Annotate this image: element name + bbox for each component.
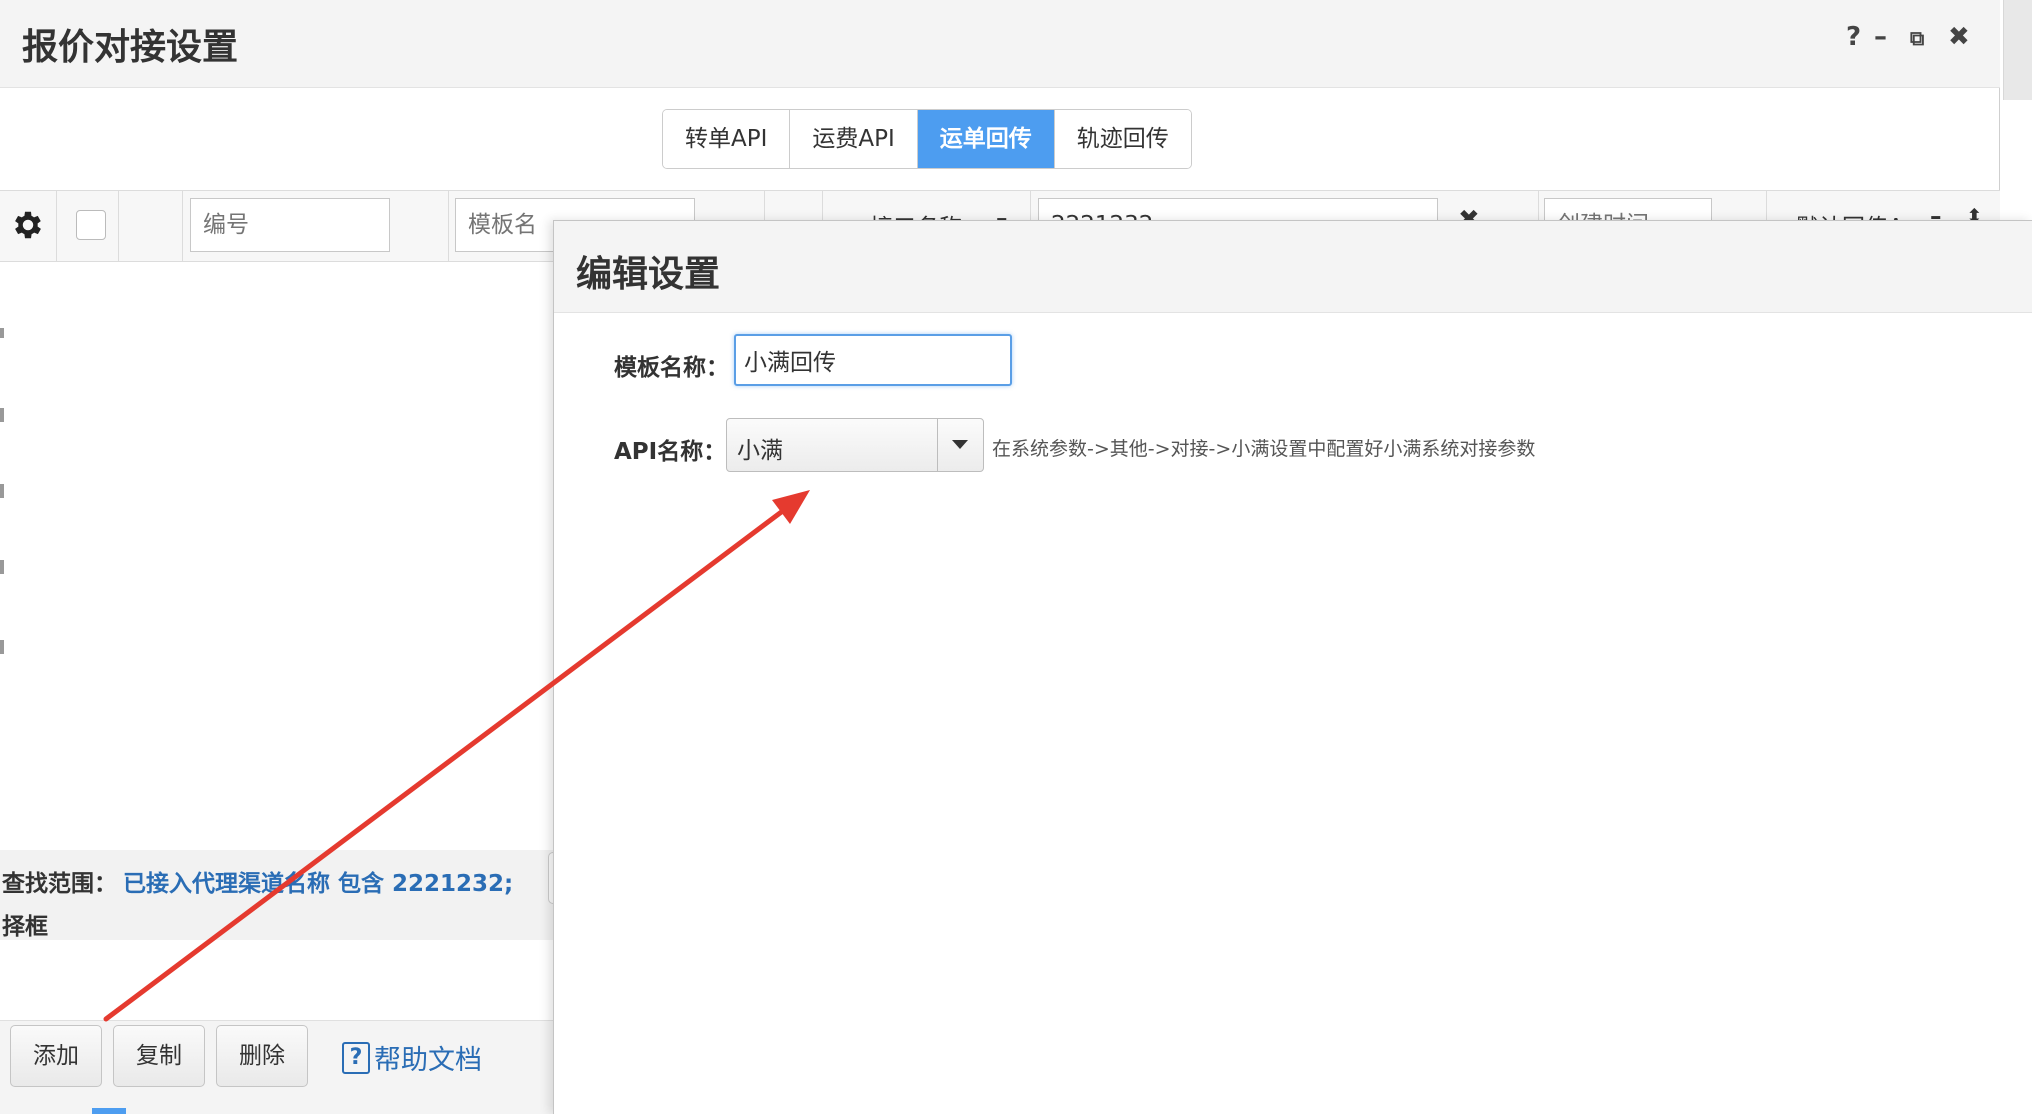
tab-freight-api[interactable]: 运费API bbox=[790, 110, 918, 168]
window-title: 报价对接设置 bbox=[22, 27, 239, 68]
row-marker bbox=[0, 560, 4, 574]
add-button[interactable]: 添加 bbox=[10, 1025, 102, 1087]
help-docs-label: 帮助文档 bbox=[374, 1045, 482, 1076]
filter-line-2: 择框 bbox=[2, 914, 48, 940]
gear-icon[interactable] bbox=[10, 207, 46, 243]
template-name-input[interactable] bbox=[734, 334, 1012, 386]
row-marker bbox=[0, 640, 4, 654]
chevron-down-icon bbox=[952, 440, 968, 449]
tab-waybill-return[interactable]: 运单回传 bbox=[917, 110, 1055, 168]
help-icon[interactable]: ? bbox=[1846, 22, 1861, 52]
column-separator bbox=[182, 191, 183, 263]
row-marker bbox=[0, 328, 4, 338]
popout-icon[interactable]: ⧉ bbox=[1910, 26, 1924, 50]
number-filter-input[interactable] bbox=[190, 198, 390, 252]
copy-button[interactable]: 复制 bbox=[113, 1025, 205, 1087]
tab-transfer-api[interactable]: 转单API bbox=[663, 110, 791, 168]
api-name-label: API名称： bbox=[614, 439, 727, 465]
tab-track-return[interactable]: 轨迹回传 bbox=[1054, 110, 1191, 168]
api-name-select[interactable]: 小满 bbox=[726, 418, 984, 472]
api-name-selected-value: 小满 bbox=[737, 438, 783, 464]
dropdown-toggle[interactable] bbox=[937, 419, 983, 471]
pagination-indicator bbox=[92, 1108, 126, 1114]
select-all-checkbox[interactable] bbox=[76, 210, 106, 240]
column-separator bbox=[118, 191, 119, 263]
filter-scope-label: 查找范围： bbox=[2, 871, 117, 897]
column-separator bbox=[56, 191, 57, 263]
delete-button[interactable]: 删除 bbox=[216, 1025, 308, 1087]
row-marker bbox=[0, 408, 4, 422]
tab-bar: 转单API 运费API 运单回传 轨迹回传 bbox=[662, 109, 1192, 169]
filter-scope-value[interactable]: 已接入代理渠道名称 包含 2221232; bbox=[123, 864, 513, 898]
column-separator bbox=[448, 191, 449, 263]
question-mark-icon: ? bbox=[342, 1041, 370, 1074]
window-edge bbox=[2003, 0, 2032, 100]
minimize-icon[interactable]: – bbox=[1874, 22, 1887, 52]
api-config-hint: 在系统参数->其他->对接->小满设置中配置好小满系统对接参数 bbox=[992, 438, 1536, 460]
window-titlebar: 报价对接设置 ? – ⧉ ✖ bbox=[0, 0, 2000, 88]
template-name-label: 模板名称： bbox=[614, 355, 729, 381]
dialog-title: 编辑设置 bbox=[576, 254, 721, 295]
close-icon[interactable]: ✖ bbox=[1948, 22, 1970, 52]
row-marker bbox=[0, 484, 4, 498]
help-docs-link[interactable]: ? 帮助文档 bbox=[342, 1038, 482, 1077]
dialog-titlebar: 编辑设置 bbox=[554, 221, 2032, 313]
